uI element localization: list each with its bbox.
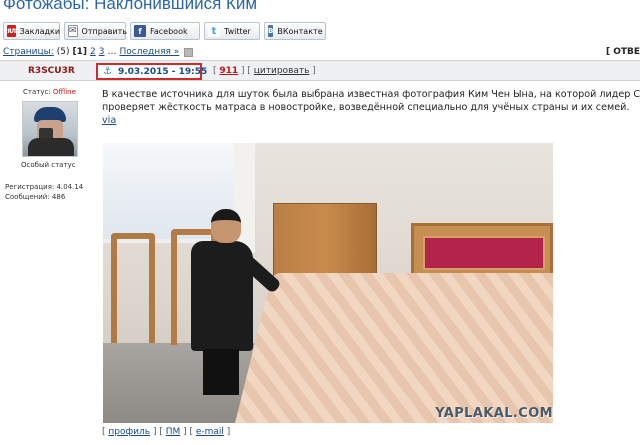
post-datetime: 9.03.2015 - 19:55 (117, 66, 208, 77)
pagination: Страницы: (5) [1] 2 3 … Последняя » (3, 47, 194, 57)
send-label: Отправить (81, 26, 128, 36)
post-datetime-link[interactable]: ⚓ 9.03.2015 - 19:55 (96, 63, 207, 80)
post-number-link[interactable]: 911 (219, 66, 238, 76)
vkontakte-button[interactable]: B ВКонтакте (264, 22, 326, 40)
facebook-button[interactable]: f Facebook (130, 22, 200, 40)
avatar[interactable] (22, 101, 78, 157)
post-photo[interactable]: YAPLAKAL.COM (103, 143, 553, 423)
vkontakte-label: ВКонтакте (277, 26, 323, 36)
user-panel: Статус: Offline Особый статус Регистраци… (5, 88, 95, 202)
pages-label[interactable]: Страницы: (3, 47, 54, 57)
status-value: Offline (52, 88, 76, 96)
pages-total: (5) (56, 47, 70, 57)
bookmarks-button[interactable]: ЯЛ Закладки (3, 22, 60, 40)
facebook-icon: f (134, 25, 146, 37)
pm-link[interactable]: ПМ (166, 427, 181, 437)
special-status: Особый статус (21, 161, 76, 169)
twitter-button[interactable]: t Twitter (204, 22, 260, 40)
user-stats: Регистрация: 4.04.14 Сообщений: 486 (5, 182, 95, 202)
pages-ellipsis: … (107, 47, 117, 57)
post-text-line-1: В качестве источника для шуток была выбр… (102, 89, 640, 100)
share-bar: ЯЛ Закладки ✉ Отправить f Facebook t Twi… (3, 22, 326, 40)
send-button[interactable]: ✉ Отправить (64, 22, 128, 40)
quote-link[interactable]: цитировать (254, 66, 310, 76)
photo-watermark: YAPLAKAL.COM (435, 406, 553, 421)
current-page: [1] (72, 47, 88, 57)
post-header: R3SCU3R ⚓ 9.03.2015 - 19:55 [ 911 ] [ ци… (0, 60, 640, 81)
page-link-3[interactable]: 3 (99, 47, 105, 57)
post-body: В качестве источника для шуток была выбр… (102, 88, 640, 127)
go-arrow-icon[interactable] (184, 47, 194, 57)
facebook-label: Facebook (150, 26, 188, 36)
twitter-icon: t (208, 25, 220, 37)
reply-link[interactable]: [ ОТВЕ (606, 47, 640, 57)
mail-icon: ✉ (68, 25, 78, 37)
bookmarks-label: Закладки (19, 26, 61, 36)
yandex-bookmarks-icon: ЯЛ (7, 25, 16, 37)
message-count: Сообщений: 486 (5, 193, 66, 201)
via-link[interactable]: via (102, 114, 640, 127)
post-footer: [ профиль ] [ ПМ ] [ e-mail ] (102, 427, 231, 437)
twitter-label: Twitter (224, 26, 251, 36)
author-name[interactable]: R3SCU3R (28, 66, 75, 76)
profile-link[interactable]: профиль (108, 427, 150, 437)
email-link[interactable]: e-mail (196, 427, 224, 437)
page-title: Фотожабы: Наклонившийся Ким (3, 0, 258, 13)
user-status: Статус: Offline (23, 88, 95, 96)
post-meta: [ 911 ] [ цитировать ] (213, 66, 316, 76)
post-text-line-2: проверяет жёсткость матраса в новостройк… (102, 102, 630, 113)
status-label: Статус: (23, 88, 51, 96)
vkontakte-icon: B (268, 25, 274, 37)
registration-date: Регистрация: 4.04.14 (5, 183, 84, 191)
anchor-icon: ⚓ (103, 66, 112, 77)
page-link-2[interactable]: 2 (90, 47, 96, 57)
last-page-link[interactable]: Последняя » (119, 47, 179, 57)
forum-page: Фотожабы: Наклонившийся Ким ЯЛ Закладки … (0, 0, 640, 445)
